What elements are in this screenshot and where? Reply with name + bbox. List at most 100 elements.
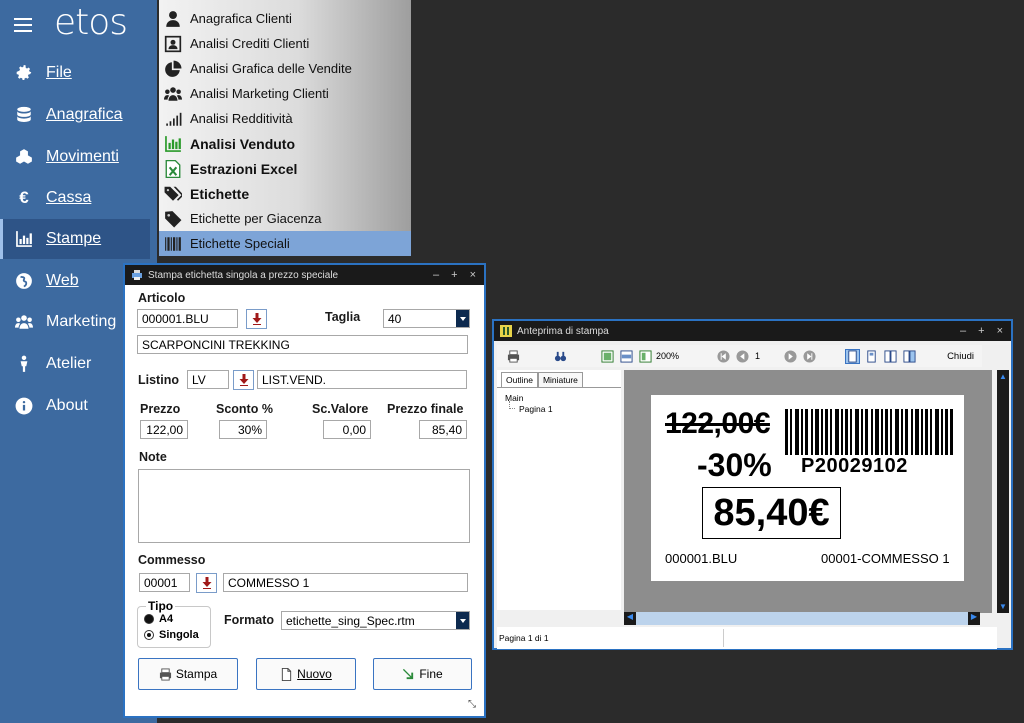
- brand-bar: etos: [0, 0, 157, 50]
- contact-card-icon: [163, 34, 183, 54]
- horizontal-scrollbar[interactable]: ◀ ▶: [624, 612, 980, 625]
- tab-miniature[interactable]: Miniature: [537, 372, 583, 387]
- commesso-description-field[interactable]: COMMESSO 1: [223, 573, 468, 592]
- commesso-code-field[interactable]: 00001: [139, 573, 190, 592]
- scroll-left-icon[interactable]: ◀: [624, 612, 636, 625]
- prezzo-field[interactable]: 122,00: [140, 420, 188, 439]
- tipo-a4-radio[interactable]: A4: [144, 613, 173, 625]
- zoom-page-icon[interactable]: [601, 349, 614, 363]
- gear-icon: [14, 63, 34, 83]
- maximize-icon[interactable]: +: [451, 269, 457, 281]
- menu-item-etichette-speciali[interactable]: Etichette Speciali: [159, 231, 411, 256]
- minimize-icon[interactable]: –: [960, 325, 966, 337]
- tipo-label: Tipo: [146, 599, 176, 613]
- radio-dot: [144, 614, 154, 624]
- fine-button[interactable]: Fine: [373, 658, 472, 690]
- last-page-icon[interactable]: [803, 349, 816, 363]
- dialog-title: Stampa etichetta singola a prezzo specia…: [148, 269, 339, 281]
- nav-item-cassa[interactable]: € Cassa: [0, 178, 150, 218]
- preview-titlebar[interactable]: Anteprima di stampa – + ×: [494, 321, 1011, 341]
- menu-item-estrazioni-excel[interactable]: Estrazioni Excel: [159, 156, 411, 181]
- taglia-label: Taglia: [325, 310, 361, 324]
- sc-valore-field[interactable]: 0,00: [323, 420, 371, 439]
- stampe-submenu: Anagrafica Clienti Analisi Crediti Clien…: [159, 0, 411, 256]
- menu-item-analisi-redditivita[interactable]: Analisi Redditività: [159, 106, 411, 131]
- nav-item-movimenti[interactable]: Movimenti: [0, 137, 150, 177]
- label-article-code: 000001.BLU: [665, 551, 738, 566]
- listino-code-field[interactable]: LV: [187, 370, 229, 389]
- zoom-width-icon[interactable]: [620, 349, 633, 363]
- users-icon: [14, 312, 34, 332]
- close-icon[interactable]: ×: [470, 269, 476, 281]
- stampa-button[interactable]: Stampa: [138, 658, 238, 690]
- chiudi-button[interactable]: Chiudi: [947, 351, 974, 362]
- single-page-view-icon[interactable]: [845, 348, 861, 364]
- prezzo-finale-field[interactable]: 85,40: [419, 420, 467, 439]
- dialog-titlebar[interactable]: Stampa etichetta singola a prezzo specia…: [125, 265, 484, 285]
- taglia-select[interactable]: 40: [383, 309, 470, 328]
- nav-item-stampe[interactable]: Stampe: [0, 219, 150, 259]
- minimize-icon[interactable]: –: [433, 269, 439, 281]
- formato-select[interactable]: etichette_sing_Spec.rtm: [281, 611, 470, 630]
- hamburger-menu-icon[interactable]: [14, 18, 32, 32]
- articolo-code-field[interactable]: 000001.BLU: [137, 309, 238, 328]
- menu-item-label: Etichette: [190, 185, 250, 202]
- menu-item-etichette-giacenza[interactable]: Etichette per Giacenza: [159, 206, 411, 231]
- maximize-icon[interactable]: +: [978, 325, 984, 337]
- zoom-percent-icon[interactable]: [639, 349, 652, 363]
- excel-icon: [163, 159, 183, 179]
- articolo-label: Articolo: [138, 291, 186, 305]
- commesso-lookup-button[interactable]: [196, 573, 217, 593]
- app-logo: etos: [54, 1, 128, 43]
- menu-item-label: Analisi Redditività: [190, 111, 293, 126]
- outline-page-1[interactable]: Pagina 1: [519, 404, 553, 414]
- scroll-up-icon[interactable]: ▲: [999, 372, 1007, 381]
- tags-icon: [163, 184, 183, 204]
- zoom-value[interactable]: 200%: [656, 351, 679, 361]
- continuous-view-icon[interactable]: [865, 349, 878, 363]
- prev-page-icon[interactable]: [736, 349, 749, 363]
- user-icon: [163, 9, 183, 29]
- bar-chart-icon: [163, 134, 183, 154]
- nav-item-file[interactable]: File: [0, 53, 150, 93]
- close-icon[interactable]: ×: [997, 325, 1003, 337]
- first-page-icon[interactable]: [717, 349, 730, 363]
- listino-description-field[interactable]: LIST.VEND.: [257, 370, 467, 389]
- arrow-down-icon: [252, 313, 261, 325]
- menu-item-analisi-grafica-vendite[interactable]: Analisi Grafica delle Vendite: [159, 56, 411, 81]
- two-page-view-icon[interactable]: [884, 349, 897, 363]
- sconto-field[interactable]: 30%: [219, 420, 267, 439]
- prezzo-finale-label: Prezzo finale: [387, 402, 464, 416]
- menu-item-analisi-marketing-clienti[interactable]: Analisi Marketing Clienti: [159, 81, 411, 106]
- next-page-icon[interactable]: [784, 349, 797, 363]
- sconto-label: Sconto %: [216, 402, 273, 416]
- chevron-down-icon[interactable]: [456, 310, 469, 327]
- listino-lookup-button[interactable]: [233, 370, 254, 390]
- scroll-right-icon[interactable]: ▶: [968, 612, 980, 625]
- page-number[interactable]: 1: [755, 351, 760, 361]
- menu-item-anagrafica-clienti[interactable]: Anagrafica Clienti: [159, 6, 411, 31]
- nuovo-button[interactable]: Nuovo: [256, 658, 356, 690]
- tab-outline[interactable]: Outline: [501, 372, 538, 387]
- resize-grip-icon[interactable]: ⤡: [468, 699, 476, 710]
- stampa-label: Stampa: [175, 667, 218, 681]
- new-document-icon: [282, 667, 292, 681]
- book-view-icon[interactable]: [903, 349, 916, 363]
- articolo-lookup-button[interactable]: [246, 309, 267, 329]
- menu-item-etichette[interactable]: Etichette: [159, 181, 411, 206]
- chevron-down-icon[interactable]: [456, 612, 469, 629]
- menu-item-analisi-venduto[interactable]: Analisi Venduto: [159, 131, 411, 156]
- status-page-count: Pagina 1 di 1: [499, 633, 549, 643]
- binoculars-icon[interactable]: [554, 350, 567, 363]
- note-textarea[interactable]: [138, 469, 470, 543]
- printer-icon[interactable]: [507, 349, 520, 363]
- vertical-scrollbar[interactable]: ▲ ▼: [997, 370, 1009, 613]
- preview-page-area: 122,00€ -30% P20029102 85,40€ 000001.BLU…: [624, 370, 992, 613]
- radio-dot: [144, 630, 154, 640]
- menu-item-analisi-crediti-clienti[interactable]: Analisi Crediti Clienti: [159, 31, 411, 56]
- articolo-description-field[interactable]: SCARPONCINI TREKKING: [137, 335, 468, 354]
- scroll-down-icon[interactable]: ▼: [999, 602, 1007, 611]
- tipo-singola-radio[interactable]: Singola: [144, 629, 199, 641]
- nav-item-anagrafica[interactable]: Anagrafica: [0, 95, 150, 135]
- nav-label: Marketing: [46, 313, 117, 330]
